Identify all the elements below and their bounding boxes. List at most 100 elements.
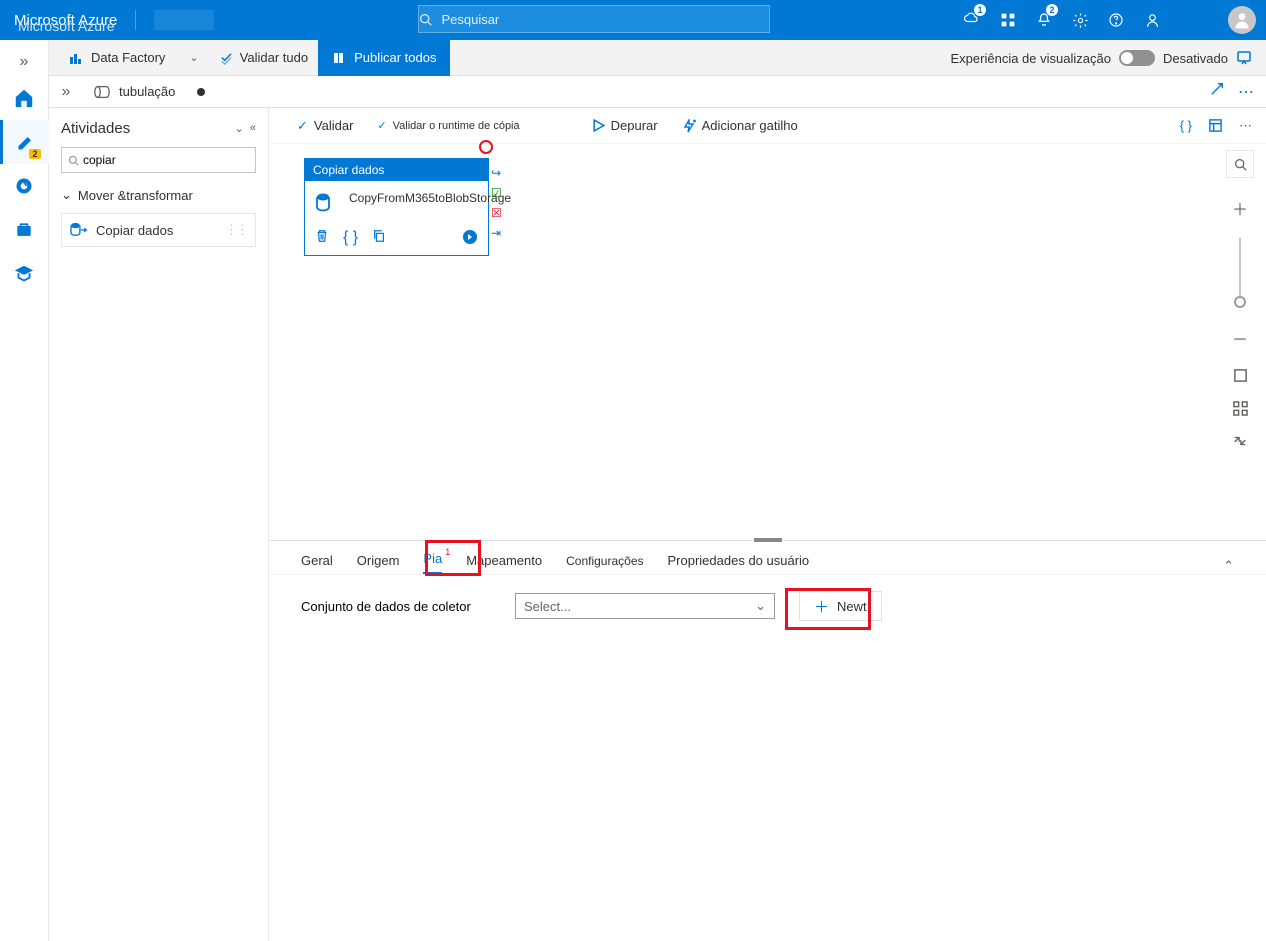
activities-heading-text: Atividades	[61, 120, 130, 137]
directory-icon[interactable]	[990, 0, 1026, 40]
clone-icon[interactable]	[372, 229, 386, 247]
panel-splitter[interactable]	[754, 538, 782, 542]
dirty-indicator-icon	[197, 88, 205, 96]
canvas-float-tools: ＋ －	[1226, 150, 1254, 448]
validate-all-button[interactable]: Validar tudo	[219, 50, 308, 65]
code-icon[interactable]: { }	[1180, 118, 1192, 134]
go-icon[interactable]	[462, 229, 478, 247]
zoom-in-icon[interactable]: ＋	[1232, 196, 1248, 220]
validate-button[interactable]: ✓Validar	[297, 118, 353, 134]
datafactory-icon	[67, 50, 83, 66]
notifications-badge: 2	[1046, 4, 1058, 16]
canvas-search-icon[interactable]	[1226, 150, 1254, 178]
tab-userprops[interactable]: Propriedades do usuário	[668, 553, 810, 574]
panel-collapse-icons[interactable]: ⌄ «	[235, 122, 256, 135]
publish-all-button[interactable]: Publicar todos	[318, 40, 450, 76]
expand-breadcrumb-icon[interactable]: »	[53, 83, 79, 101]
document-tabstrip: » tubulação ⋯	[49, 76, 1266, 108]
add-trigger-button[interactable]: Adicionar gatilho	[682, 118, 798, 133]
notifications-icon[interactable]: 2	[1026, 0, 1062, 40]
panel-collapse-icon[interactable]: ⌃	[1223, 558, 1234, 574]
left-nav: » 2	[0, 40, 49, 941]
nav-learn[interactable]	[0, 252, 49, 296]
play-icon	[592, 119, 605, 132]
help-icon[interactable]	[1098, 0, 1134, 40]
copy-data-icon	[70, 222, 88, 238]
node-body: CopyFromM365toBlobStorage	[305, 181, 488, 225]
check-icon	[219, 50, 234, 65]
chevron-left-icon[interactable]: «	[250, 122, 256, 135]
fit-icon[interactable]	[1233, 368, 1248, 383]
canvas-toolbar-right: { } ⋯	[1180, 118, 1252, 134]
tab-config[interactable]: Configurações	[566, 554, 643, 574]
activities-search-input[interactable]	[83, 153, 249, 167]
settings-icon[interactable]	[1062, 0, 1098, 40]
activity-item-copy[interactable]: Copiar dados ⋮⋮	[61, 213, 256, 247]
port-success-icon[interactable]: ☑	[491, 186, 502, 200]
copy-activity-node[interactable]: Copiar dados CopyFromM365toBlobStorage {…	[304, 158, 489, 256]
debug-button[interactable]: Depurar	[592, 118, 658, 133]
chevron-down-icon: ⌄	[61, 187, 72, 203]
properties-icon[interactable]	[1208, 118, 1223, 134]
chevron-down-icon[interactable]: ⌄	[235, 122, 244, 135]
node-ports: ↪ ☑ ☒ ⇥	[491, 166, 502, 240]
expand-canvas-icon[interactable]	[1210, 82, 1224, 102]
user-avatar[interactable]	[1228, 6, 1256, 34]
collapse-icon[interactable]	[1233, 434, 1247, 448]
drag-handle-icon[interactable]: ⋮⋮	[225, 222, 247, 238]
sink-dataset-row: Conjunto de dados de coletor Select... ⌄…	[269, 575, 1266, 637]
tab-general[interactable]: Geral	[301, 553, 333, 574]
activity-item-label: Copiar dados	[96, 223, 173, 238]
port-skip-icon[interactable]: ⇥	[491, 226, 502, 240]
global-search[interactable]	[418, 5, 770, 33]
tabstrip-right: ⋯	[1210, 82, 1254, 102]
code-icon[interactable]: { }	[343, 229, 358, 247]
feedback-icon-right[interactable]	[1236, 50, 1252, 66]
search-icon	[419, 13, 441, 26]
tab-origem[interactable]: Origem	[357, 553, 400, 574]
pipeline-tab-label: tubulação	[119, 84, 175, 99]
sink-dataset-select[interactable]: Select... ⌄	[515, 593, 775, 619]
delete-icon[interactable]	[315, 229, 329, 247]
validation-error-badge-icon	[479, 140, 493, 154]
pipeline-canvas[interactable]: ✓Validar ✓Validar o runtime de cópia Dep…	[269, 108, 1266, 540]
nav-author[interactable]: 2	[0, 120, 49, 164]
nav-monitor[interactable]	[0, 164, 49, 208]
search-icon	[68, 155, 79, 166]
preview-toggle[interactable]	[1119, 50, 1155, 66]
cloud-badge: 1	[974, 4, 986, 16]
activities-group[interactable]: ⌄ Mover &transformar	[61, 187, 256, 203]
validate-runtime-button[interactable]: ✓Validar o runtime de cópia	[377, 119, 519, 132]
more-icon[interactable]: ⋯	[1238, 82, 1254, 102]
publish-icon	[332, 50, 348, 66]
datafactory-text: Data Factory	[91, 50, 165, 65]
zoom-knob-icon[interactable]	[1234, 296, 1246, 308]
activities-search[interactable]	[61, 147, 256, 173]
validate-label: Validar	[314, 118, 354, 133]
more-icon[interactable]: ⋯	[1239, 118, 1252, 134]
feedback-icon[interactable]	[1134, 0, 1170, 40]
port-arrow-icon[interactable]: ↪	[491, 166, 502, 180]
zoom-out-icon[interactable]: －	[1232, 326, 1248, 350]
nav-manage[interactable]	[0, 208, 49, 252]
node-footer: { }	[305, 225, 488, 255]
cloud-shell-icon[interactable]: 1	[954, 0, 990, 40]
sink-dataset-label: Conjunto de dados de coletor	[301, 599, 491, 614]
trigger-icon	[682, 119, 696, 133]
expand-nav-icon[interactable]: »	[0, 48, 48, 76]
chevron-down-icon[interactable]: ⌄	[189, 51, 198, 64]
port-fail-icon[interactable]: ☒	[491, 206, 502, 220]
validate-all-label: Validar tudo	[240, 50, 308, 65]
zoom-slider[interactable]	[1239, 238, 1241, 308]
pipeline-tab[interactable]: tubulação	[79, 76, 219, 108]
chevron-down-icon: ⌄	[755, 598, 766, 614]
datafactory-label: Data Factory	[67, 50, 165, 66]
topbar-divider	[135, 10, 136, 30]
toolbar: Data Factory ⌄ Validar tudo Publicar tod…	[49, 40, 1266, 76]
properties-panel: Geral Origem Pia1 Mapeamento Configuraçõ…	[269, 540, 1266, 941]
debug-label: Depurar	[611, 118, 658, 133]
global-search-input[interactable]	[441, 12, 769, 27]
layout-icon[interactable]	[1233, 401, 1248, 416]
nav-home[interactable]	[0, 76, 49, 120]
node-title: CopyFromM365toBlobStorage	[349, 191, 511, 215]
